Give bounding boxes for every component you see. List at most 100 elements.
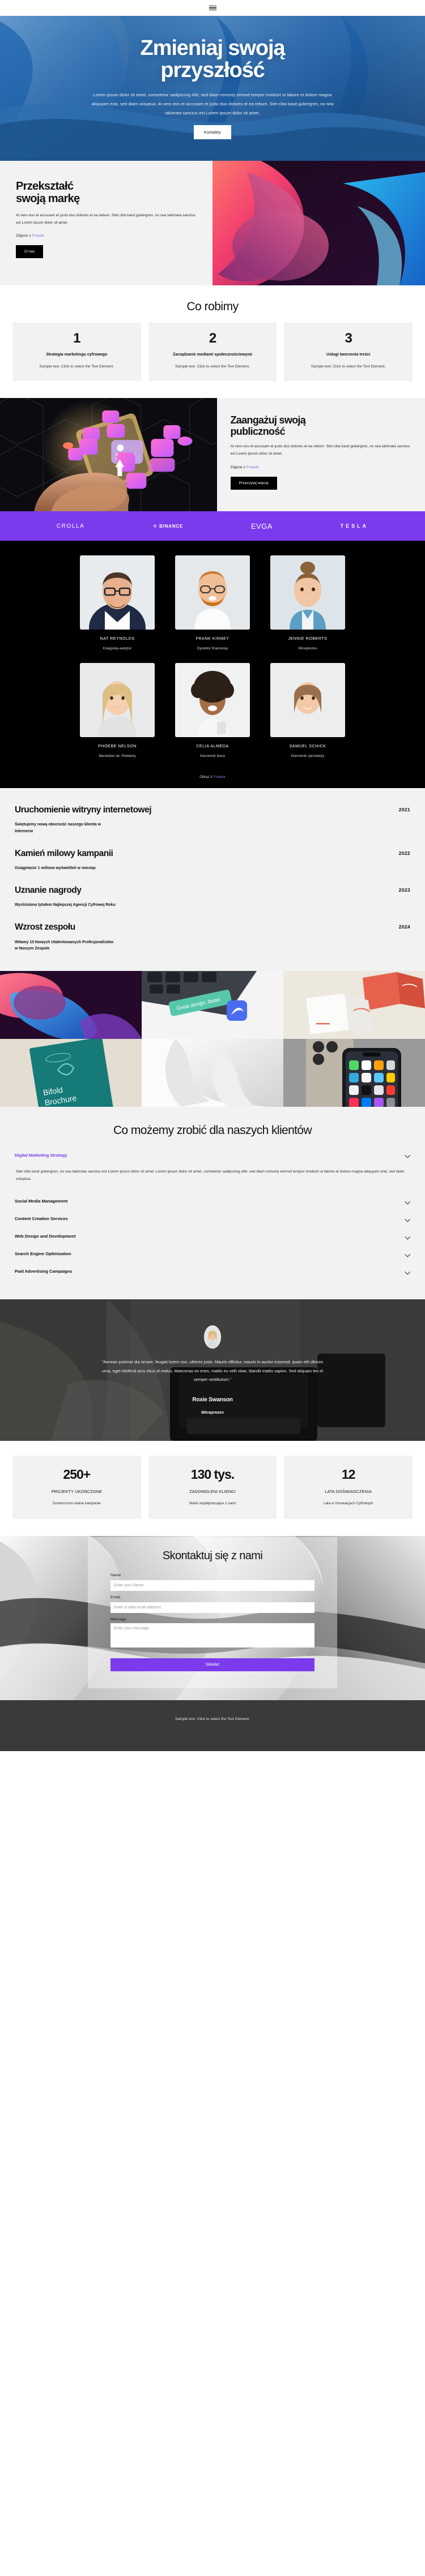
engage-credit-prefix: Zdjęcie z bbox=[230, 465, 246, 470]
service-title: Usługi tworzenia treści bbox=[326, 352, 371, 357]
logo-binance[interactable]: BINANCE bbox=[152, 524, 183, 529]
gallery-item[interactable] bbox=[0, 970, 142, 1039]
team-member[interactable]: NAT REYNOLDS Księgowy-audytor bbox=[80, 555, 155, 651]
brand-image bbox=[212, 161, 425, 285]
hamburger-menu-icon[interactable] bbox=[209, 5, 216, 11]
service-description: Sample text. Click to select the Text El… bbox=[311, 364, 386, 369]
brand-title: Przekształć swoją markę bbox=[16, 180, 197, 206]
chevron-down-icon[interactable] bbox=[405, 1251, 410, 1256]
chevron-down-icon[interactable] bbox=[405, 1269, 410, 1274]
chevron-down-icon[interactable] bbox=[405, 1216, 410, 1221]
accordion-title: Web Design and Development bbox=[15, 1234, 76, 1239]
accordion-header[interactable]: Digital Marketing Strategy bbox=[15, 1150, 410, 1160]
accordion-header[interactable]: Search Engine Optimization bbox=[15, 1249, 410, 1259]
gallery-item[interactable]: Bifold Brochure Mockup bbox=[0, 1038, 142, 1107]
accordion-header[interactable]: Web Design and Development bbox=[15, 1231, 410, 1241]
team-member[interactable]: FRANK KINNEY Dyrektor finansowy bbox=[175, 555, 250, 651]
engage-image bbox=[0, 397, 217, 512]
engage-paragraph: At vero eos et accusam et justo duo dolo… bbox=[230, 444, 410, 456]
faq-section: Co możemy zrobić dla naszych klientów Di… bbox=[0, 1106, 425, 1300]
engage-title-line1: Zaangażuj swoją bbox=[230, 414, 306, 426]
accordion-body: Stet clita kasd gubergren, no sea takima… bbox=[16, 1169, 405, 1182]
accordion-item: Web Design and Development bbox=[15, 1227, 410, 1245]
timeline-year: 2024 bbox=[398, 924, 410, 930]
testimonial-section: "Aenean pulvinar dui ornare, feugiat lor… bbox=[0, 1299, 425, 1441]
gallery-item[interactable] bbox=[142, 1038, 283, 1107]
footer: Sample text. Click to select the Text El… bbox=[0, 1700, 425, 1752]
accordion-title: Social Media Management bbox=[15, 1199, 68, 1204]
team-credit-link[interactable]: Freepik bbox=[213, 775, 225, 779]
contact-form-panel: Skontaktuj się z nami Name Email Message… bbox=[88, 1537, 337, 1689]
service-title: Zarządzanie mediami społecznościowymi bbox=[173, 352, 252, 357]
accordion-item: Social Media Management bbox=[15, 1192, 410, 1210]
engage-cta-button[interactable]: Przeczytaj więcej bbox=[230, 477, 277, 490]
accordion-header[interactable]: Content Creation Services bbox=[15, 1214, 410, 1223]
brand-credit-link[interactable]: Freepik bbox=[32, 234, 44, 238]
team-member[interactable]: JENNIE ROBERTS Wiceprezes bbox=[270, 555, 345, 651]
chevron-down-icon[interactable] bbox=[405, 1234, 410, 1239]
service-number: 2 bbox=[209, 331, 216, 346]
timeline-description: Świętujemy nową obecność naszego klienta… bbox=[15, 823, 101, 833]
chevron-down-icon[interactable] bbox=[405, 1199, 410, 1204]
team-row-1: NAT REYNOLDS Księgowy-audytor FRANK KINN… bbox=[0, 555, 425, 651]
team-member-role: Księgowy-audytor bbox=[103, 647, 132, 651]
timeline-section: Uruchomienie witryny internetowej Świętu… bbox=[0, 788, 425, 971]
timeline-description: Witamy 10 Nowych Utalentowanych Profesjo… bbox=[15, 940, 114, 951]
engage-section: Zaangażuj swoją publiczność At vero eos … bbox=[0, 397, 425, 512]
brand-title-line1: Przekształć bbox=[16, 180, 74, 192]
message-textarea[interactable] bbox=[110, 1623, 314, 1648]
logo-crolla[interactable]: CROLLA bbox=[57, 523, 85, 529]
stat-sublabel: Lata w Innowacjach Cyfrowych bbox=[323, 1501, 373, 1506]
testimonial-role: Wiceprezes bbox=[201, 1410, 224, 1415]
name-label: Name bbox=[110, 1573, 121, 1578]
team-member[interactable]: PHOEBE NELSON Menedżer ds. Reklamy bbox=[80, 663, 155, 758]
timeline-item: Wzrost zespołu Witamy 10 Nowych Utalento… bbox=[15, 922, 410, 951]
logo-evga[interactable]: EVGA bbox=[251, 522, 273, 530]
accordion-header[interactable]: Social Media Management bbox=[15, 1196, 410, 1206]
team-member-role: Dyrektor finansowy bbox=[197, 647, 228, 651]
team-member-name: PHOEBE NELSON bbox=[97, 743, 137, 749]
timeline-item: Uznanie nagrody Wyróżniona tytułem Najle… bbox=[15, 885, 410, 908]
accordion-title: Content Creation Services bbox=[15, 1216, 68, 1222]
gallery-item[interactable] bbox=[283, 1038, 425, 1107]
email-input[interactable] bbox=[110, 1602, 314, 1614]
avatar bbox=[175, 663, 250, 738]
brand-cta-button[interactable]: O nas bbox=[16, 245, 44, 259]
gallery-item[interactable] bbox=[283, 970, 425, 1039]
team-member[interactable]: CELIA ALMEDA Kierownik biura bbox=[175, 663, 250, 758]
logo-tesla-text: TESLA bbox=[340, 523, 369, 529]
stat-sublabel: Marki współpracujące z nami bbox=[189, 1501, 236, 1506]
name-input[interactable] bbox=[110, 1580, 314, 1591]
timeline-year: 2021 bbox=[398, 807, 410, 813]
timeline-title: Uruchomienie witryny internetowej bbox=[15, 805, 152, 815]
stats-section: 250+ PROJEKTY UKOŃCZONE Dostarczono udan… bbox=[0, 1441, 425, 1537]
stat-label: ZADOWOLENI KLIENCI bbox=[189, 1489, 236, 1495]
logo-tesla[interactable]: TESLA bbox=[341, 523, 369, 529]
timeline-title: Wzrost zespołu bbox=[15, 922, 75, 932]
logo-crolla-text: CROLLA bbox=[56, 523, 85, 529]
testimonial-quote: "Aenean pulvinar dui ornare, feugiat lor… bbox=[101, 1359, 324, 1383]
chevron-down-icon[interactable] bbox=[405, 1153, 410, 1158]
timeline-item: Uruchomienie witryny internetowej Świętu… bbox=[15, 805, 410, 834]
service-card[interactable]: 3 Usługi tworzenia treści Sample text. C… bbox=[284, 323, 413, 381]
page-title: Zmieniaj swoją przyszłość bbox=[23, 37, 402, 82]
brand-credit-prefix: Zdjęcie z bbox=[16, 234, 32, 238]
team-member-name: SAMUEL SCHICK bbox=[289, 743, 326, 749]
client-logos-strip: CROLLA BINANCE EVGA TESLA bbox=[0, 511, 425, 541]
engage-credit: Zdjęcie z Freepik bbox=[231, 465, 412, 469]
gallery-item[interactable]: Great design, faster bbox=[142, 970, 283, 1039]
timeline-title: Kamień milowy kampanii bbox=[15, 848, 113, 858]
accordion-item: Search Engine Optimization bbox=[15, 1245, 410, 1263]
service-card[interactable]: 2 Zarządzanie mediami społecznościowymi … bbox=[148, 323, 277, 381]
avatar bbox=[204, 1325, 221, 1349]
timeline-year: 2022 bbox=[398, 850, 410, 856]
team-member-role: Kierownik sprzedaży bbox=[291, 754, 325, 759]
engage-credit-link[interactable]: Freepik bbox=[246, 465, 259, 469]
team-member[interactable]: SAMUEL SCHICK Kierownik sprzedaży bbox=[270, 663, 345, 758]
service-description: Sample text. Click to select the Text El… bbox=[175, 364, 250, 369]
submit-button[interactable]: Składać bbox=[110, 1658, 314, 1672]
service-card[interactable]: 1 Strategia marketingu cyfrowego Sample … bbox=[12, 323, 141, 381]
accordion-header[interactable]: Paid Advertising Campaigns bbox=[15, 1266, 410, 1276]
team-member-name: NAT REYNOLDS bbox=[100, 636, 135, 641]
hero-cta-button[interactable]: Kontakty bbox=[194, 125, 231, 140]
